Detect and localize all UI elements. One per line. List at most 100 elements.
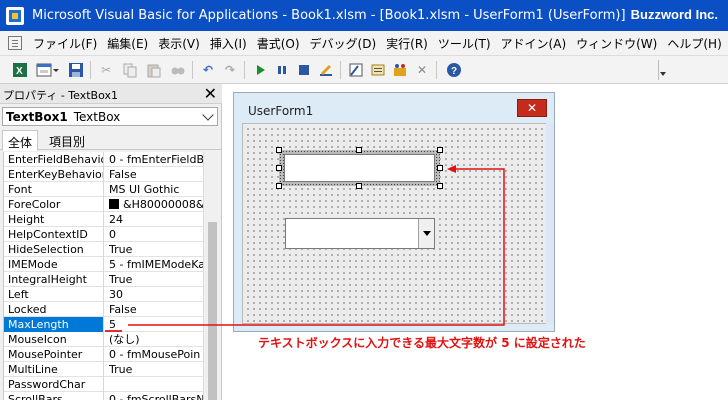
property-value[interactable]: 0 - fmMousePoin [105, 347, 203, 362]
reset-icon[interactable] [296, 62, 312, 78]
title-bar: Microsoft Visual Basic for Applications … [0, 0, 728, 31]
property-name: MultiLine [4, 362, 104, 377]
property-row[interactable]: PasswordChar [4, 377, 203, 392]
property-row[interactable]: IntegralHeight True [4, 272, 203, 287]
property-name: IntegralHeight [4, 272, 104, 287]
property-name: Left [4, 287, 104, 302]
object-selector[interactable]: TextBox1 TextBox [2, 107, 218, 126]
property-row[interactable]: MousePointer 0 - fmMousePoin [4, 347, 203, 362]
property-row[interactable]: HelpContextID 0 [4, 227, 203, 242]
design-mode-icon[interactable] [318, 62, 334, 78]
property-value[interactable]: 5 - fmIMEModeKa [105, 257, 203, 272]
menu-window[interactable]: ウィンドウ(W) [571, 35, 662, 52]
menu-addins[interactable]: アドイン(A) [496, 35, 572, 52]
property-row[interactable]: ScrollBars 0 - fmScrollBarsN [4, 392, 203, 400]
combobox-control[interactable] [285, 218, 435, 249]
toolbar-options-dropdown[interactable] [658, 60, 666, 80]
close-icon[interactable]: ✕ [204, 84, 217, 103]
menu-view[interactable]: 表示(V) [153, 35, 205, 52]
property-value[interactable]: True [105, 272, 203, 287]
property-grid-scrollbar[interactable] [203, 152, 220, 400]
property-row[interactable]: MouseIcon (なし) [4, 332, 203, 347]
resize-handle-right[interactable] [437, 165, 443, 171]
resize-handle-left[interactable] [276, 165, 282, 171]
resize-handle-bottom-right[interactable] [437, 183, 443, 189]
menu-file[interactable]: ファイル(F) [28, 35, 102, 52]
properties-title: プロパティ - TextBox1 [3, 89, 118, 102]
save-icon[interactable] [68, 62, 84, 78]
property-name: MaxLength [4, 317, 104, 332]
property-row[interactable]: Height 24 [4, 212, 203, 227]
chevron-down-icon[interactable] [202, 109, 214, 121]
resize-handle-bottom-left[interactable] [276, 183, 282, 189]
property-row[interactable]: Font MS UI Gothic [4, 182, 203, 197]
property-row[interactable]: IMEMode 5 - fmIMEModeKa [4, 257, 203, 272]
copy-icon[interactable] [122, 62, 138, 78]
property-value[interactable]: 0 [105, 227, 203, 242]
resize-handle-top-left[interactable] [276, 147, 282, 153]
userform-window[interactable]: UserForm1 ✕ [233, 92, 555, 332]
textbox1-control[interactable] [284, 154, 435, 182]
property-value-forecolor[interactable]: &H80000008& [105, 197, 203, 212]
insert-userform-icon[interactable] [36, 62, 52, 78]
toolbox-icon[interactable]: ✕ [414, 62, 430, 78]
undo-icon[interactable]: ↶ [200, 62, 216, 78]
property-value[interactable]: 24 [105, 212, 203, 227]
redo-icon[interactable]: ↷ [222, 62, 238, 78]
properties-window-icon[interactable] [370, 62, 386, 78]
tab-categorized[interactable]: 項目別 [44, 130, 90, 150]
property-value[interactable]: 0 - fmEnterFieldB [105, 152, 203, 167]
menu-insert[interactable]: 挿入(I) [205, 35, 252, 52]
property-value[interactable]: 0 - fmScrollBarsN [105, 392, 203, 400]
object-type: TextBox [73, 109, 121, 124]
break-icon[interactable] [274, 62, 290, 78]
property-value[interactable]: False [105, 302, 203, 317]
menu-format[interactable]: 書式(O) [252, 35, 305, 52]
property-row[interactable]: Left 30 [4, 287, 203, 302]
tab-alphabetic[interactable]: 全体 [2, 130, 39, 151]
property-value[interactable]: False [105, 167, 203, 182]
property-row[interactable]: MultiLine True [4, 362, 203, 377]
brand-label: Buzzword Inc. [630, 7, 718, 22]
property-row[interactable]: ForeColor &H80000008& [4, 197, 203, 212]
property-value[interactable]: True [105, 362, 203, 377]
color-swatch [109, 199, 119, 209]
menu-help[interactable]: ヘルプ(H) [662, 35, 726, 52]
property-value[interactable]: MS UI Gothic [105, 182, 203, 197]
property-value[interactable]: True [105, 242, 203, 257]
menu-tools[interactable]: ツール(T) [433, 35, 496, 52]
combobox-dropdown-button[interactable] [418, 219, 434, 248]
resize-handle-top-right[interactable] [437, 147, 443, 153]
property-value-maxlength[interactable]: 5 [105, 317, 203, 332]
property-row[interactable]: EnterFieldBehavior 0 - fmEnterFieldB [4, 152, 203, 167]
menu-edit[interactable]: 編集(E) [102, 35, 153, 52]
property-name: Height [4, 212, 104, 227]
property-row[interactable]: Locked False [4, 302, 203, 317]
resize-handle-bottom[interactable] [356, 183, 362, 189]
resize-handle-top[interactable] [356, 147, 362, 153]
property-row[interactable]: HideSelection True [4, 242, 203, 257]
annotation-callout: テキストボックスに入力できる最大文字数が 5 に設定された [258, 336, 586, 350]
property-row-selected[interactable]: MaxLength 5 [4, 317, 203, 332]
object-browser-icon[interactable] [392, 62, 408, 78]
userform-close-button[interactable]: ✕ [517, 99, 547, 117]
help-icon[interactable]: ? [446, 62, 462, 78]
find-icon[interactable] [170, 62, 186, 78]
property-value[interactable]: (なし) [105, 332, 203, 347]
menu-run[interactable]: 実行(R) [381, 35, 433, 52]
cut-icon[interactable]: ✂ [98, 62, 114, 78]
property-value[interactable]: 30 [105, 287, 203, 302]
property-name: Font [4, 182, 104, 197]
scrollbar-thumb[interactable] [208, 222, 217, 400]
project-explorer-icon[interactable] [348, 62, 364, 78]
run-icon[interactable] [252, 62, 268, 78]
menu-debug[interactable]: デバッグ(D) [305, 35, 382, 52]
property-value[interactable] [105, 377, 203, 392]
excel-view-icon[interactable]: X [12, 62, 28, 78]
userform-resize-edge[interactable] [546, 123, 554, 324]
property-name: EnterKeyBehavior [4, 167, 104, 182]
dropdown-arrow-icon[interactable] [52, 62, 60, 78]
system-menu-icon[interactable] [8, 36, 22, 50]
property-row[interactable]: EnterKeyBehavior False [4, 167, 203, 182]
paste-icon[interactable] [146, 62, 162, 78]
